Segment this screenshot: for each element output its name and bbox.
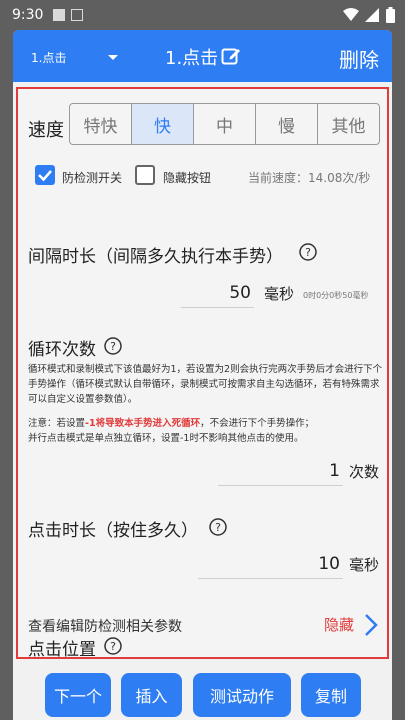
svg-text:?: ? (215, 521, 221, 534)
hide-button-label: 隐藏按钮 (163, 171, 212, 185)
loop-description: 循环模式和录制模式下该值最好为1，若设置为2则会执行完两次手势后才会进行下个手势… (28, 364, 383, 405)
loop-note-prefix: 注意：若设置 (28, 418, 86, 429)
chevron-right-icon[interactable] (364, 613, 378, 637)
loop-note-warning: -1将导致本手势进入死循环 (85, 418, 201, 429)
speed-option-slow[interactable]: 慢 (256, 104, 318, 144)
loop-count-unit: 次数 (349, 463, 380, 481)
interval-unit: 毫秒 (264, 285, 295, 303)
click-position-title: 点击位置 (28, 640, 96, 659)
status-bar: 9:30 (0, 0, 405, 32)
loop-note-suffix: ，不会进行下个手势操作； (200, 418, 315, 429)
anti-detect-checkbox[interactable] (35, 165, 55, 185)
svg-text:?: ? (110, 640, 116, 653)
edit-icon[interactable] (221, 46, 241, 66)
chevron-down-icon[interactable] (108, 55, 118, 60)
press-duration-title: 点击时长（按住多久） (28, 521, 198, 541)
next-button[interactable]: 下一个 (45, 673, 111, 717)
gesture-selector[interactable]: 1.点击 (31, 49, 66, 66)
loop-note: 注意：若设置-1将导致本手势进入死循环，不会进行下个手势操作； 并行点击模式是单… (28, 416, 383, 446)
notification-outline-icon (71, 9, 83, 21)
copy-button[interactable]: 复制 (301, 673, 361, 717)
help-icon[interactable]: ? (104, 337, 122, 355)
speed-option-very-fast[interactable]: 特快 (70, 104, 132, 144)
battery-icon (386, 7, 395, 23)
interval-hint: 0时0分0秒50毫秒 (303, 291, 369, 300)
dialog-header: 1.点击 1.点击 删除 (13, 30, 392, 82)
settings-panel[interactable]: 速度 特快 快 中 慢 其他 防检测开关 隐藏按钮 当前速度：14.08次/秒 … (16, 87, 389, 659)
svg-text:?: ? (305, 246, 311, 259)
wifi-icon (343, 8, 359, 21)
loop-title: 循环次数 (28, 340, 96, 360)
loop-count-value: 1 (329, 461, 340, 481)
help-icon[interactable]: ? (104, 637, 122, 655)
speed-option-medium[interactable]: 中 (194, 104, 256, 144)
speed-segmented-control: 特快 快 中 慢 其他 (69, 103, 380, 145)
signal-icon (365, 8, 379, 22)
interval-value: 50 (229, 283, 251, 303)
anti-detect-params-label[interactable]: 查看编辑防检测相关参数 (28, 616, 182, 636)
insert-button[interactable]: 插入 (121, 673, 182, 717)
current-speed-text: 当前速度：14.08次/秒 (248, 171, 371, 185)
press-duration-unit: 毫秒 (349, 556, 380, 574)
notification-icon (53, 9, 65, 21)
hide-button-checkbox[interactable] (135, 165, 155, 185)
loop-note-line2: 并行点击模式是单点独立循环，设置-1时不影响其他点击的使用。 (28, 433, 304, 444)
help-icon[interactable]: ? (299, 243, 317, 261)
speed-option-fast[interactable]: 快 (132, 104, 194, 144)
anti-detect-label: 防检测开关 (62, 171, 123, 185)
svg-text:?: ? (110, 340, 116, 353)
action-footer: 下一个 插入 测试动作 复制 (13, 668, 392, 720)
press-duration-value: 10 (318, 554, 340, 574)
gesture-title: 1.点击 (165, 48, 219, 69)
delete-button[interactable]: 删除 (339, 44, 379, 73)
speed-label: 速度 (28, 120, 64, 141)
test-action-button[interactable]: 测试动作 (193, 673, 291, 717)
interval-title: 间隔时长（间隔多久执行本手势） (28, 247, 283, 267)
status-time: 9:30 (12, 7, 44, 23)
speed-option-other[interactable]: 其他 (318, 104, 379, 144)
gesture-edit-dialog: 1.点击 1.点击 删除 速度 特快 快 中 慢 其他 防检测开关 隐藏按钮 当… (13, 30, 392, 720)
anti-detect-params-toggle[interactable]: 隐藏 (324, 614, 354, 635)
help-icon[interactable]: ? (209, 518, 227, 536)
